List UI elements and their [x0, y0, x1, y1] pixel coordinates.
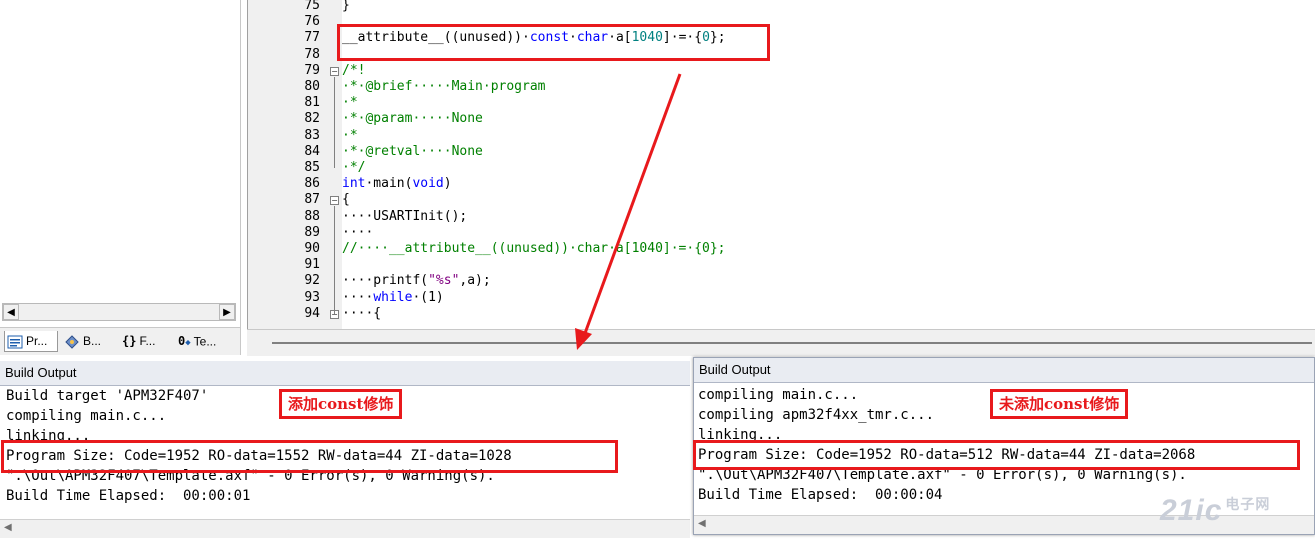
arrowhead-icon: [575, 328, 592, 350]
watermark-logo: 21ic 电子网: [1160, 494, 1271, 527]
red-arrow: [575, 73, 682, 350]
